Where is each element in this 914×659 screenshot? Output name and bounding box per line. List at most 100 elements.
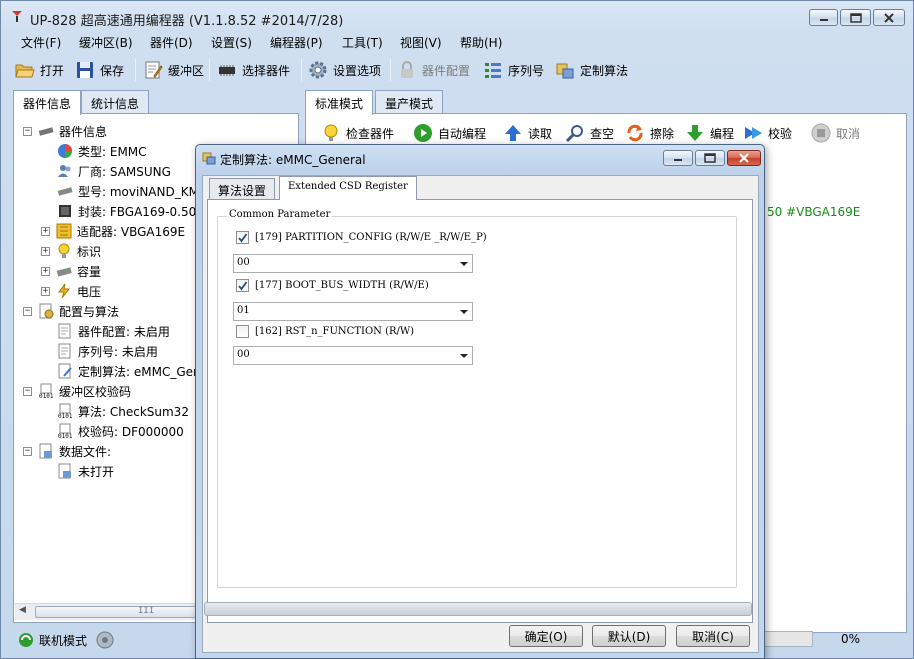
play-icon <box>414 124 432 142</box>
custom-algorithm-dialog: 定制算法: eMMC_General 算法设置 Extended CSD Reg… <box>195 144 765 659</box>
expand-icon[interactable]: + <box>41 266 50 276</box>
device-config-button[interactable]: 器件配置 <box>397 57 470 83</box>
verify-button[interactable]: 校验 <box>743 120 792 146</box>
read-button[interactable]: 读取 <box>503 120 552 146</box>
open-button[interactable]: 打开 <box>15 57 64 83</box>
param-162-row: [162] RST_n_FUNCTION (R/W) <box>236 325 414 338</box>
menu-view[interactable]: 视图(V) <box>400 34 442 51</box>
default-button[interactable]: 默认(D) <box>592 625 666 647</box>
main-toolbar: 打开 保存 缓冲区 选择器件 设置选项 器件配置 序列号 定制算法 <box>7 55 907 85</box>
auto-program-label: 自动编程 <box>438 126 487 141</box>
expand-icon[interactable]: + <box>41 286 50 296</box>
collapse-icon[interactable]: − <box>23 126 32 136</box>
serial-button[interactable]: 序列号 <box>483 57 544 83</box>
document-edit-icon <box>58 363 72 379</box>
close-button[interactable] <box>873 9 905 26</box>
check-device-button[interactable]: 检查器件 <box>321 120 394 146</box>
collapse-icon[interactable]: − <box>23 386 32 396</box>
tree-node-serial[interactable]: 序列号: 未启用 <box>57 341 158 361</box>
menu-programmer[interactable]: 编程器(P) <box>270 34 323 51</box>
binary-document-icon: 0101 <box>39 383 54 399</box>
tree-label: 封装: FBGA169-0.50 <box>78 204 197 219</box>
buffer-button[interactable]: 缓冲区 <box>143 57 204 83</box>
param-162-value: 00 <box>237 349 250 360</box>
collapse-icon[interactable]: − <box>23 446 32 456</box>
bga-package-icon <box>59 205 71 217</box>
gear-icon <box>309 61 327 79</box>
dialog-minimize-button[interactable] <box>663 150 693 166</box>
tree-node-config-algo[interactable]: − 配置与算法 <box>23 301 119 321</box>
save-disk-icon <box>77 62 93 78</box>
minimize-button[interactable] <box>809 9 838 26</box>
close-icon <box>884 12 894 23</box>
tree-label: 器件配置: 未启用 <box>78 324 170 339</box>
ok-button[interactable]: 确定(O) <box>509 625 583 647</box>
tab-algorithm-settings[interactable]: 算法设置 <box>209 178 276 200</box>
tab-standard-mode[interactable]: 标准模式 <box>305 90 374 115</box>
tree-node-capacity[interactable]: + 容量 <box>41 261 101 281</box>
tree-node-vendor[interactable]: 厂商: SAMSUNG <box>57 161 171 181</box>
expand-icon[interactable]: + <box>41 226 50 236</box>
menu-device[interactable]: 器件(D) <box>150 34 193 51</box>
tree-node-not-open[interactable]: 未打开 <box>57 461 114 481</box>
cancel-button[interactable]: 取消(C) <box>676 625 750 647</box>
tree-node-package[interactable]: 封装: FBGA169-0.50 <box>57 201 196 221</box>
toolbar-separator <box>390 59 391 81</box>
param-177-row: [177] BOOT_BUS_WIDTH (R/W/E) <box>236 279 429 292</box>
param-162-checkbox[interactable] <box>236 325 249 338</box>
tree-node-mark[interactable]: + 标识 <box>41 241 101 261</box>
dialog-maximize-button[interactable] <box>695 150 725 166</box>
maximize-button[interactable] <box>840 9 871 26</box>
collapse-icon[interactable]: − <box>23 306 32 316</box>
tree-label: 未打开 <box>78 464 115 479</box>
tree-node-checksum-algo[interactable]: 0101 算法: CheckSum32 <box>57 401 189 421</box>
param-177-select[interactable]: 01 <box>233 302 473 321</box>
tree-label: 型号: moviNAND_KM <box>78 184 199 199</box>
verify-label: 校验 <box>768 126 793 141</box>
expand-icon[interactable]: + <box>41 246 50 256</box>
app-logo-icon <box>12 11 22 22</box>
menu-buffer[interactable]: 缓冲区(B) <box>79 34 133 51</box>
tab-production-mode[interactable]: 量产模式 <box>375 90 444 114</box>
list-icon <box>485 63 501 78</box>
tab-statistics[interactable]: 统计信息 <box>81 90 150 114</box>
cancel-operation-button[interactable]: 取消 <box>811 120 860 146</box>
param-179-select[interactable]: 00 <box>233 254 473 273</box>
tree-node-adapter[interactable]: + 适配器: VBGA169E <box>41 221 185 241</box>
erase-button[interactable]: 擦除 <box>625 120 674 146</box>
tree-node-custom-algo[interactable]: 定制算法: eMMC_Gen <box>57 361 201 381</box>
blank-check-button[interactable]: 查空 <box>565 120 614 146</box>
menu-file[interactable]: 文件(F) <box>21 34 61 51</box>
tree-node-voltage[interactable]: + 电压 <box>41 281 101 301</box>
select-device-button[interactable]: 选择器件 <box>217 57 290 83</box>
scroll-left-icon[interactable]: ◀ <box>19 605 26 615</box>
tree-node-model[interactable]: 型号: moviNAND_KM <box>57 181 199 201</box>
tree-node-device-config[interactable]: 器件配置: 未启用 <box>57 321 170 341</box>
open-label: 打开 <box>40 63 65 78</box>
param-162-select[interactable]: 00 <box>233 346 473 365</box>
dialog-close-button[interactable] <box>727 150 761 166</box>
tree-node-data-file[interactable]: − 数据文件: <box>23 441 111 461</box>
menu-bar: 文件(F) 缓冲区(B) 器件(D) 设置(S) 编程器(P) 工具(T) 视图… <box>7 31 907 53</box>
custom-algo-button[interactable]: 定制算法 <box>555 57 628 83</box>
menu-settings[interactable]: 设置(S) <box>211 34 252 51</box>
param-179-checkbox[interactable] <box>236 231 249 244</box>
tree-node-checksum[interactable]: − 0101 缓冲区校验码 <box>23 381 131 401</box>
tree-node-checksum-value[interactable]: 0101 校验码: DF000000 <box>57 421 184 441</box>
save-button[interactable]: 保存 <box>75 57 124 83</box>
param-177-checkbox[interactable] <box>236 279 249 292</box>
dialog-scrollbar[interactable] <box>204 602 752 616</box>
menu-tools[interactable]: 工具(T) <box>342 34 383 51</box>
dropdown-arrow-icon <box>460 262 468 266</box>
auto-program-button[interactable]: 自动编程 <box>413 120 486 146</box>
menu-help[interactable]: 帮助(H) <box>460 34 502 51</box>
document-icon <box>39 443 52 459</box>
sound-icon[interactable] <box>95 630 115 650</box>
tab-extended-csd[interactable]: Extended CSD Register <box>279 176 417 200</box>
tree-node-device-info[interactable]: − 器件信息 <box>23 121 107 141</box>
tree-node-type[interactable]: 类型: EMMC <box>57 141 147 161</box>
tab-device-info[interactable]: 器件信息 <box>13 90 82 115</box>
settings-button[interactable]: 设置选项 <box>308 57 381 83</box>
param-177-label: [177] BOOT_BUS_WIDTH (R/W/E) <box>255 280 429 291</box>
program-button[interactable]: 编程 <box>685 120 734 146</box>
